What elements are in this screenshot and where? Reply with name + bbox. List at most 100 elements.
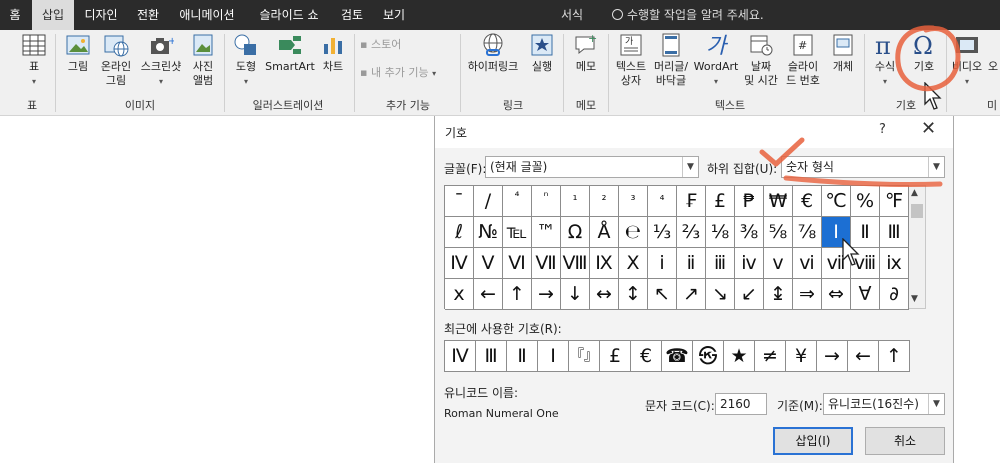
symbol-cell[interactable]: ⅹ — [445, 279, 474, 310]
symbol-cell[interactable]: ¯ — [445, 186, 474, 217]
font-combobox[interactable]: (현재 글꼴) ▼ — [485, 156, 699, 178]
char-code-input[interactable]: 2160 — [715, 393, 767, 415]
recent-symbol-cell[interactable]: € — [631, 341, 662, 371]
symbol-cell[interactable]: ↖ — [648, 279, 677, 310]
symbol-cell[interactable]: ⅵ — [793, 248, 822, 279]
tab-transitions[interactable]: 전환 — [130, 0, 166, 30]
recent-symbol-cell[interactable]: Ⅲ — [476, 341, 507, 371]
symbol-cell[interactable]: ⅞ — [793, 217, 822, 248]
symbol-cell[interactable]: ↑ — [503, 279, 532, 310]
symbol-cell[interactable]: ₃ — [619, 186, 648, 217]
recent-symbol-cell[interactable]: Ⅳ — [445, 341, 476, 371]
tab-slideshow[interactable]: 슬라이드 쇼 — [250, 0, 328, 30]
tab-design[interactable]: 디자인 — [78, 0, 124, 30]
tab-insert[interactable]: 삽입 — [32, 0, 74, 30]
symbol-cell[interactable]: Ω — [561, 217, 590, 248]
symbol-cell[interactable]: ⅳ — [735, 248, 764, 279]
symbol-cell[interactable]: ← — [474, 279, 503, 310]
recent-symbol-cell[interactable]: ★ — [724, 341, 755, 371]
cancel-button[interactable]: 취소 — [865, 427, 945, 455]
tab-format[interactable]: 서식 — [552, 0, 592, 30]
symbol-cell[interactable]: ⅸ — [880, 248, 909, 279]
recent-symbol-cell[interactable]: £ — [600, 341, 631, 371]
symbol-cell[interactable]: Ⅷ — [561, 248, 590, 279]
online-pictures-button[interactable]: 온라인 그림 — [96, 32, 136, 88]
symbol-cell[interactable]: ↘ — [706, 279, 735, 310]
recent-symbols-row[interactable]: Ⅳ Ⅲ Ⅱ Ⅰ 『』 £ € ☎ ㉿ ★ ≠ ¥ → ← ↑ — [444, 340, 910, 372]
tell-me-box[interactable]: 수행할 작업을 알려 주세요. — [612, 0, 764, 30]
symbol-cell[interactable]: Ⅳ — [445, 248, 474, 279]
symbol-cell[interactable]: ∂ — [880, 279, 909, 310]
recent-symbol-cell[interactable]: ≠ — [755, 341, 786, 371]
symbol-cell[interactable]: Ⅴ — [474, 248, 503, 279]
action-button[interactable]: 실행 — [526, 32, 558, 74]
symbol-cell[interactable]: ↗ — [677, 279, 706, 310]
grid-scrollbar[interactable]: ▲ ▼ — [909, 185, 926, 309]
symbol-cell[interactable]: ⅱ — [677, 248, 706, 279]
recent-symbol-cell[interactable]: Ⅱ — [507, 341, 538, 371]
scroll-down-icon[interactable]: ▼ — [911, 294, 918, 304]
symbol-cell[interactable]: ⅓ — [648, 217, 677, 248]
symbol-cell[interactable]: ₁ — [561, 186, 590, 217]
help-button[interactable]: ? — [879, 122, 886, 137]
symbol-cell[interactable]: ⇒ — [793, 279, 822, 310]
recent-symbol-cell[interactable]: ← — [848, 341, 879, 371]
symbol-cell[interactable]: % — [851, 186, 880, 217]
comment-button[interactable]: + 메모 — [568, 32, 604, 74]
symbol-cell[interactable]: ℓ — [445, 217, 474, 248]
my-addins-button[interactable]: ▪ 내 추가 기능 ▾ — [360, 66, 456, 81]
chevron-down-icon[interactable]: ▼ — [682, 157, 698, 177]
insert-button[interactable]: 삽입(I) — [773, 427, 853, 455]
object-button[interactable]: 개체 — [826, 32, 860, 74]
recent-symbol-cell[interactable]: ㉿ — [693, 341, 724, 371]
symbol-cell[interactable]: Ⅲ — [880, 217, 909, 248]
symbol-cell[interactable]: ⅲ — [706, 248, 735, 279]
symbol-cell[interactable]: ⅜ — [735, 217, 764, 248]
symbol-cell[interactable]: Ⅰ — [822, 217, 851, 248]
wordart-button[interactable]: 가 WordArt ▾ — [692, 32, 740, 89]
from-combobox[interactable]: 유니코드(16진수) ▼ — [823, 393, 945, 415]
chevron-down-icon[interactable]: ▼ — [928, 157, 944, 177]
symbol-cell[interactable]: ⅔ — [677, 217, 706, 248]
hyperlink-button[interactable]: 하이퍼링크 — [464, 32, 522, 74]
symbol-cell[interactable]: ℉ — [880, 186, 909, 217]
symbol-cell[interactable]: ™ — [532, 217, 561, 248]
scroll-thumb[interactable] — [911, 204, 923, 218]
symbol-cell[interactable]: Å — [590, 217, 619, 248]
screenshot-button[interactable]: + 스크린샷 ▾ — [138, 32, 184, 89]
recent-symbol-cell[interactable]: Ⅰ — [538, 341, 569, 371]
symbol-cell[interactable]: ↨ — [764, 279, 793, 310]
symbol-cell[interactable]: № — [474, 217, 503, 248]
symbol-cell[interactable]: ₱ — [735, 186, 764, 217]
symbol-button[interactable]: Ω 기호 — [906, 32, 942, 74]
tab-view[interactable]: 보기 — [376, 0, 412, 30]
symbol-cell[interactable]: ℃ — [822, 186, 851, 217]
symbol-cell[interactable]: ℮ — [619, 217, 648, 248]
scroll-up-icon[interactable]: ▲ — [911, 188, 918, 198]
smartart-button[interactable]: SmartArt — [264, 32, 316, 74]
symbol-cell[interactable]: Ⅱ — [851, 217, 880, 248]
symbol-cell[interactable]: ↕ — [619, 279, 648, 310]
equation-button[interactable]: π 수식 ▾ — [868, 32, 902, 89]
symbol-cell[interactable]: ⅛ — [706, 217, 735, 248]
store-button[interactable]: ▪ 스토어 — [360, 38, 420, 52]
symbol-cell[interactable]: £ — [706, 186, 735, 217]
recent-symbol-cell[interactable]: → — [817, 341, 848, 371]
symbol-cell[interactable]: Ⅹ — [619, 248, 648, 279]
chart-button[interactable]: 차트 — [318, 32, 348, 74]
tab-animations[interactable]: 애니메이션 — [172, 0, 242, 30]
recent-symbol-cell[interactable]: ☎ — [662, 341, 693, 371]
subset-combobox[interactable]: 숫자 형식 ▼ — [781, 156, 945, 178]
symbol-cell[interactable]: Ⅶ — [532, 248, 561, 279]
table-button[interactable]: 표 ▾ — [18, 32, 50, 89]
recent-symbol-cell[interactable]: 『』 — [569, 341, 600, 371]
symbol-cell[interactable]: ⅴ — [764, 248, 793, 279]
symbol-grid[interactable]: ¯ / ⁴ ⁿ ₁ ₂ ₃ ₄ ₣ £ ₱ ₩ € ℃% ℉ ℓ № ℡ ™ Ω Å ℮ ⅓ ⅔ ⅛ ⅜ ⅝ ⅞ Ⅰ Ⅱ Ⅲ Ⅳ Ⅴ Ⅵ Ⅶ Ⅷ Ⅸ Ⅹⅰ… — [444, 185, 909, 310]
photo-album-button[interactable]: 사진 앨범 — [186, 32, 220, 88]
date-time-button[interactable]: 날짜 및 시간 — [742, 32, 780, 88]
symbol-cell[interactable]: ↓ — [561, 279, 590, 310]
symbol-cell[interactable]: / — [474, 186, 503, 217]
video-button[interactable]: 비디오 ▾ — [950, 32, 984, 89]
shapes-button[interactable]: 도형 ▾ — [230, 32, 262, 89]
symbol-cell[interactable]: ⅶ — [822, 248, 851, 279]
